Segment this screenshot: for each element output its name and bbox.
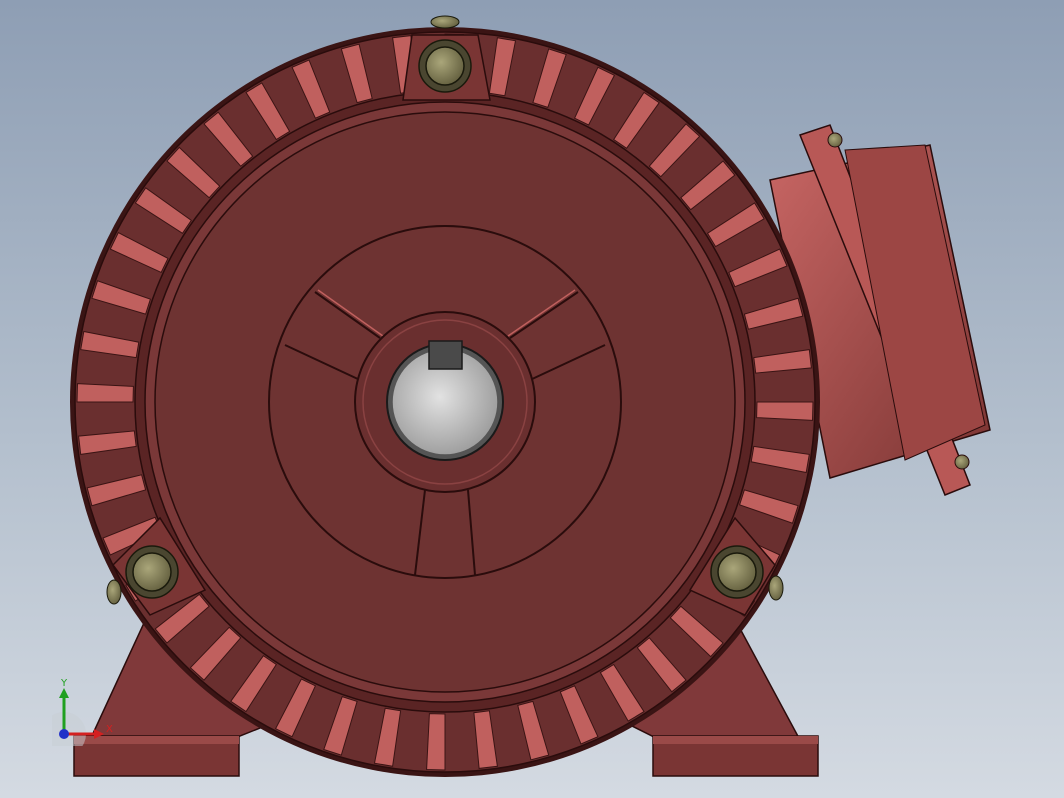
shaft-key	[428, 340, 463, 370]
graphics-viewport[interactable]: Y X	[0, 0, 1064, 798]
shaft-hub	[354, 311, 536, 493]
y-axis-label: Y	[60, 678, 68, 689]
cooling-fin	[76, 383, 134, 403]
x-axis-label: X	[106, 724, 113, 735]
cooling-fin	[756, 401, 814, 421]
cooling-fin	[426, 713, 446, 771]
x-arrowhead-icon	[94, 729, 104, 739]
y-arrowhead-icon	[59, 688, 69, 698]
bolt-icon	[418, 15, 472, 93]
triad-background-icon	[52, 712, 86, 746]
z-axis-dot-icon	[59, 729, 69, 739]
axis-triad[interactable]: Y X	[52, 676, 122, 746]
motor-model[interactable]	[0, 0, 1064, 798]
